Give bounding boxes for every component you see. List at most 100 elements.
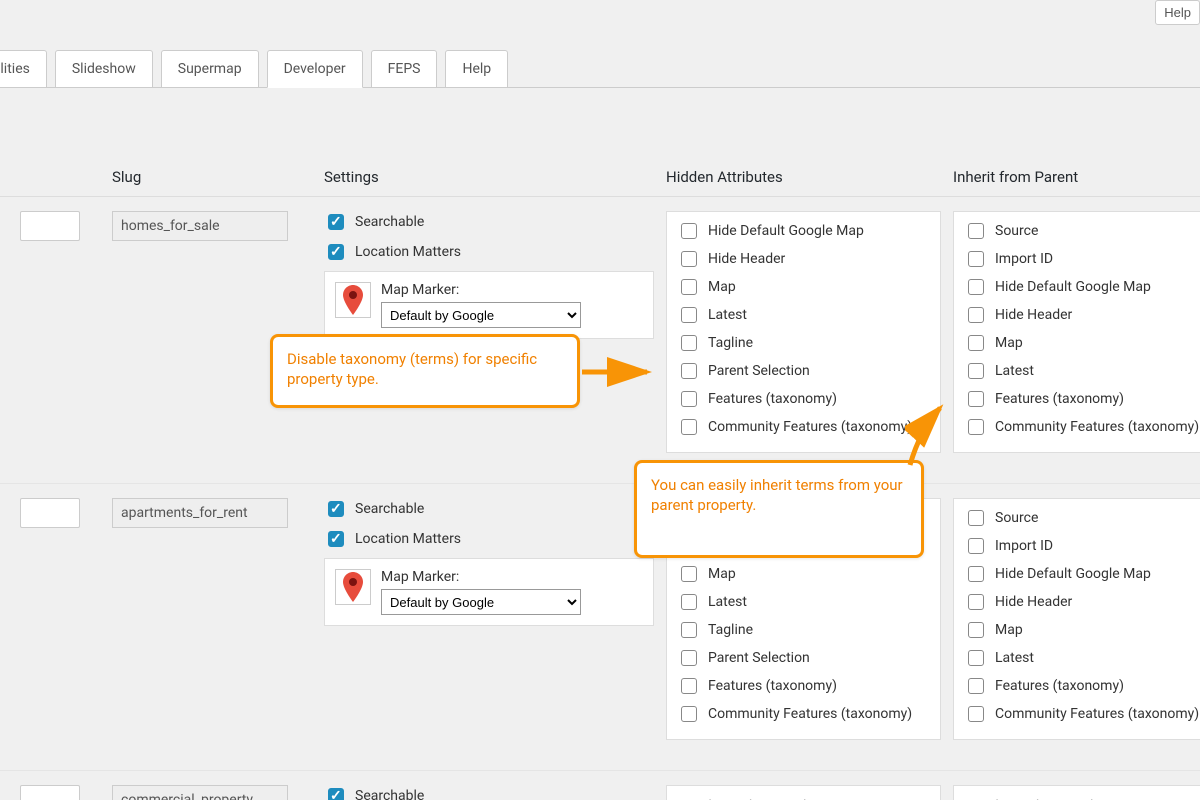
inherit-attr-label: Hide Default Google Map [995, 566, 1151, 582]
inherit-attr-label: Features (taxonomy) [995, 678, 1124, 694]
searchable-label: Searchable [355, 788, 424, 800]
hidden-attr-checkbox[interactable] [681, 650, 697, 666]
map-marker-select[interactable]: Default by Google [381, 302, 581, 328]
inherit-attr-checkbox[interactable] [968, 566, 984, 582]
inherit-attr-checkbox[interactable] [968, 391, 984, 407]
inherit-attr-label: Source [995, 223, 1038, 239]
hidden-attr-label: Latest [708, 594, 747, 610]
arrow-icon [905, 400, 955, 470]
inherit-attr-checkbox[interactable] [968, 335, 984, 351]
tab-feps[interactable]: FEPS [371, 50, 438, 88]
inherit-box: SourceImport IDHide Default Google MapHi… [953, 211, 1200, 453]
hidden-attr-checkbox[interactable] [681, 363, 697, 379]
hidden-attr-label: Parent Selection [708, 650, 810, 666]
hidden-attr-checkbox[interactable] [681, 678, 697, 694]
inherit-attr-checkbox[interactable] [968, 251, 984, 267]
inherit-attr-label: Map [995, 335, 1023, 351]
hidden-attr-label: Hide Default Google Map [708, 223, 864, 239]
property-type-row: apartments_for_rent Searchable Location Ma… [0, 484, 1200, 771]
hidden-attr-label: Features (taxonomy) [708, 678, 837, 694]
tabs-bar: ilities Slideshow Supermap Developer FEP… [0, 0, 1180, 88]
inherit-attr-label: Latest [995, 650, 1034, 666]
hidden-attributes-box: Toggle Attributes Selection [666, 785, 941, 800]
toggle-hidden-link[interactable]: Toggle Attributes Selection [677, 794, 930, 800]
hidden-attr-label: Tagline [708, 335, 753, 351]
tab-slideshow[interactable]: Slideshow [55, 50, 153, 88]
hidden-attr-checkbox[interactable] [681, 706, 697, 722]
inherit-attr-checkbox[interactable] [968, 538, 984, 554]
hidden-attr-checkbox[interactable] [681, 279, 697, 295]
inherit-attr-checkbox[interactable] [968, 622, 984, 638]
map-marker-select[interactable]: Default by Google [381, 589, 581, 615]
col-settings: Settings [324, 168, 654, 186]
inherit-attr-label: Latest [995, 363, 1034, 379]
inherit-attr-checkbox[interactable] [968, 279, 984, 295]
name-input[interactable] [20, 498, 80, 528]
inherit-attr-label: Features (taxonomy) [995, 391, 1124, 407]
property-type-row: commercial_propertySearchableLocation Ma… [0, 771, 1200, 800]
hidden-attr-checkbox[interactable] [681, 251, 697, 267]
callout-taxonomy: Disable taxonomy (terms) for specific pr… [270, 334, 580, 408]
inherit-attr-checkbox[interactable] [968, 510, 984, 526]
searchable-checkbox[interactable] [328, 788, 344, 800]
hidden-attr-label: Hide Header [708, 251, 785, 267]
inherit-attr-checkbox[interactable] [968, 307, 984, 323]
inherit-attr-label: Community Features (taxonomy) [995, 419, 1199, 435]
searchable-checkbox[interactable] [328, 501, 344, 517]
inherit-attr-checkbox[interactable] [968, 706, 984, 722]
column-headers: Slug Settings Hidden Attributes Inherit … [0, 88, 1200, 197]
hidden-attr-label: Community Features (taxonomy) [708, 706, 912, 722]
top-help-button[interactable]: Help [1155, 0, 1200, 25]
map-marker-icon [335, 569, 371, 605]
hidden-attr-checkbox[interactable] [681, 419, 697, 435]
location-matters-label: Location Matters [355, 244, 461, 260]
map-marker-label: Map Marker: [381, 569, 581, 585]
hidden-attr-checkbox[interactable] [681, 566, 697, 582]
slug-field[interactable]: homes_for_sale [112, 211, 288, 241]
tab-utilities[interactable]: ilities [0, 50, 47, 88]
inherit-attr-checkbox[interactable] [968, 223, 984, 239]
col-hidden: Hidden Attributes [666, 168, 941, 186]
inherit-box: Toggle Attributes Selection [953, 785, 1200, 800]
hidden-attr-checkbox[interactable] [681, 391, 697, 407]
callout-inherit: You can easily inherit terms from your p… [634, 460, 924, 558]
inherit-attr-label: Community Features (taxonomy) [995, 706, 1199, 722]
searchable-checkbox[interactable] [328, 214, 344, 230]
inherit-box: SourceImport IDHide Default Google MapHi… [953, 498, 1200, 740]
inherit-attr-label: Hide Default Google Map [995, 279, 1151, 295]
location-matters-label: Location Matters [355, 531, 461, 547]
name-input[interactable] [20, 785, 80, 800]
tab-developer[interactable]: Developer [267, 50, 363, 88]
inherit-attr-checkbox[interactable] [968, 419, 984, 435]
hidden-attributes-box: Hide Default Google MapHide HeaderMapLat… [666, 211, 941, 453]
slug-field[interactable]: apartments_for_rent [112, 498, 288, 528]
map-marker-label: Map Marker: [381, 282, 581, 298]
hidden-attr-label: Latest [708, 307, 747, 323]
hidden-attr-label: Tagline [708, 622, 753, 638]
inherit-attr-label: Source [995, 510, 1038, 526]
inherit-attr-label: Hide Header [995, 307, 1072, 323]
tab-help[interactable]: Help [445, 50, 508, 88]
hidden-attr-checkbox[interactable] [681, 594, 697, 610]
hidden-attr-checkbox[interactable] [681, 223, 697, 239]
inherit-attr-checkbox[interactable] [968, 650, 984, 666]
property-type-row: homes_for_saleSearchableLocation Matters… [0, 197, 1200, 484]
name-input[interactable] [20, 211, 80, 241]
location-matters-checkbox[interactable] [328, 531, 344, 547]
tab-supermap[interactable]: Supermap [161, 50, 259, 88]
hidden-attr-checkbox[interactable] [681, 307, 697, 323]
inherit-attr-checkbox[interactable] [968, 678, 984, 694]
hidden-attr-label: Parent Selection [708, 363, 810, 379]
searchable-label: Searchable [355, 501, 424, 517]
hidden-attr-label: Map [708, 566, 736, 582]
hidden-attr-checkbox[interactable] [681, 335, 697, 351]
hidden-attr-label: Features (taxonomy) [708, 391, 837, 407]
col-inherit: Inherit from Parent [953, 168, 1200, 186]
hidden-attr-label: Community Features (taxonomy) [708, 419, 912, 435]
toggle-inherit-link[interactable]: Toggle Attributes Selection [964, 794, 1200, 800]
inherit-attr-checkbox[interactable] [968, 363, 984, 379]
hidden-attr-checkbox[interactable] [681, 622, 697, 638]
inherit-attr-checkbox[interactable] [968, 594, 984, 610]
location-matters-checkbox[interactable] [328, 244, 344, 260]
slug-field[interactable]: commercial_property [112, 785, 288, 800]
